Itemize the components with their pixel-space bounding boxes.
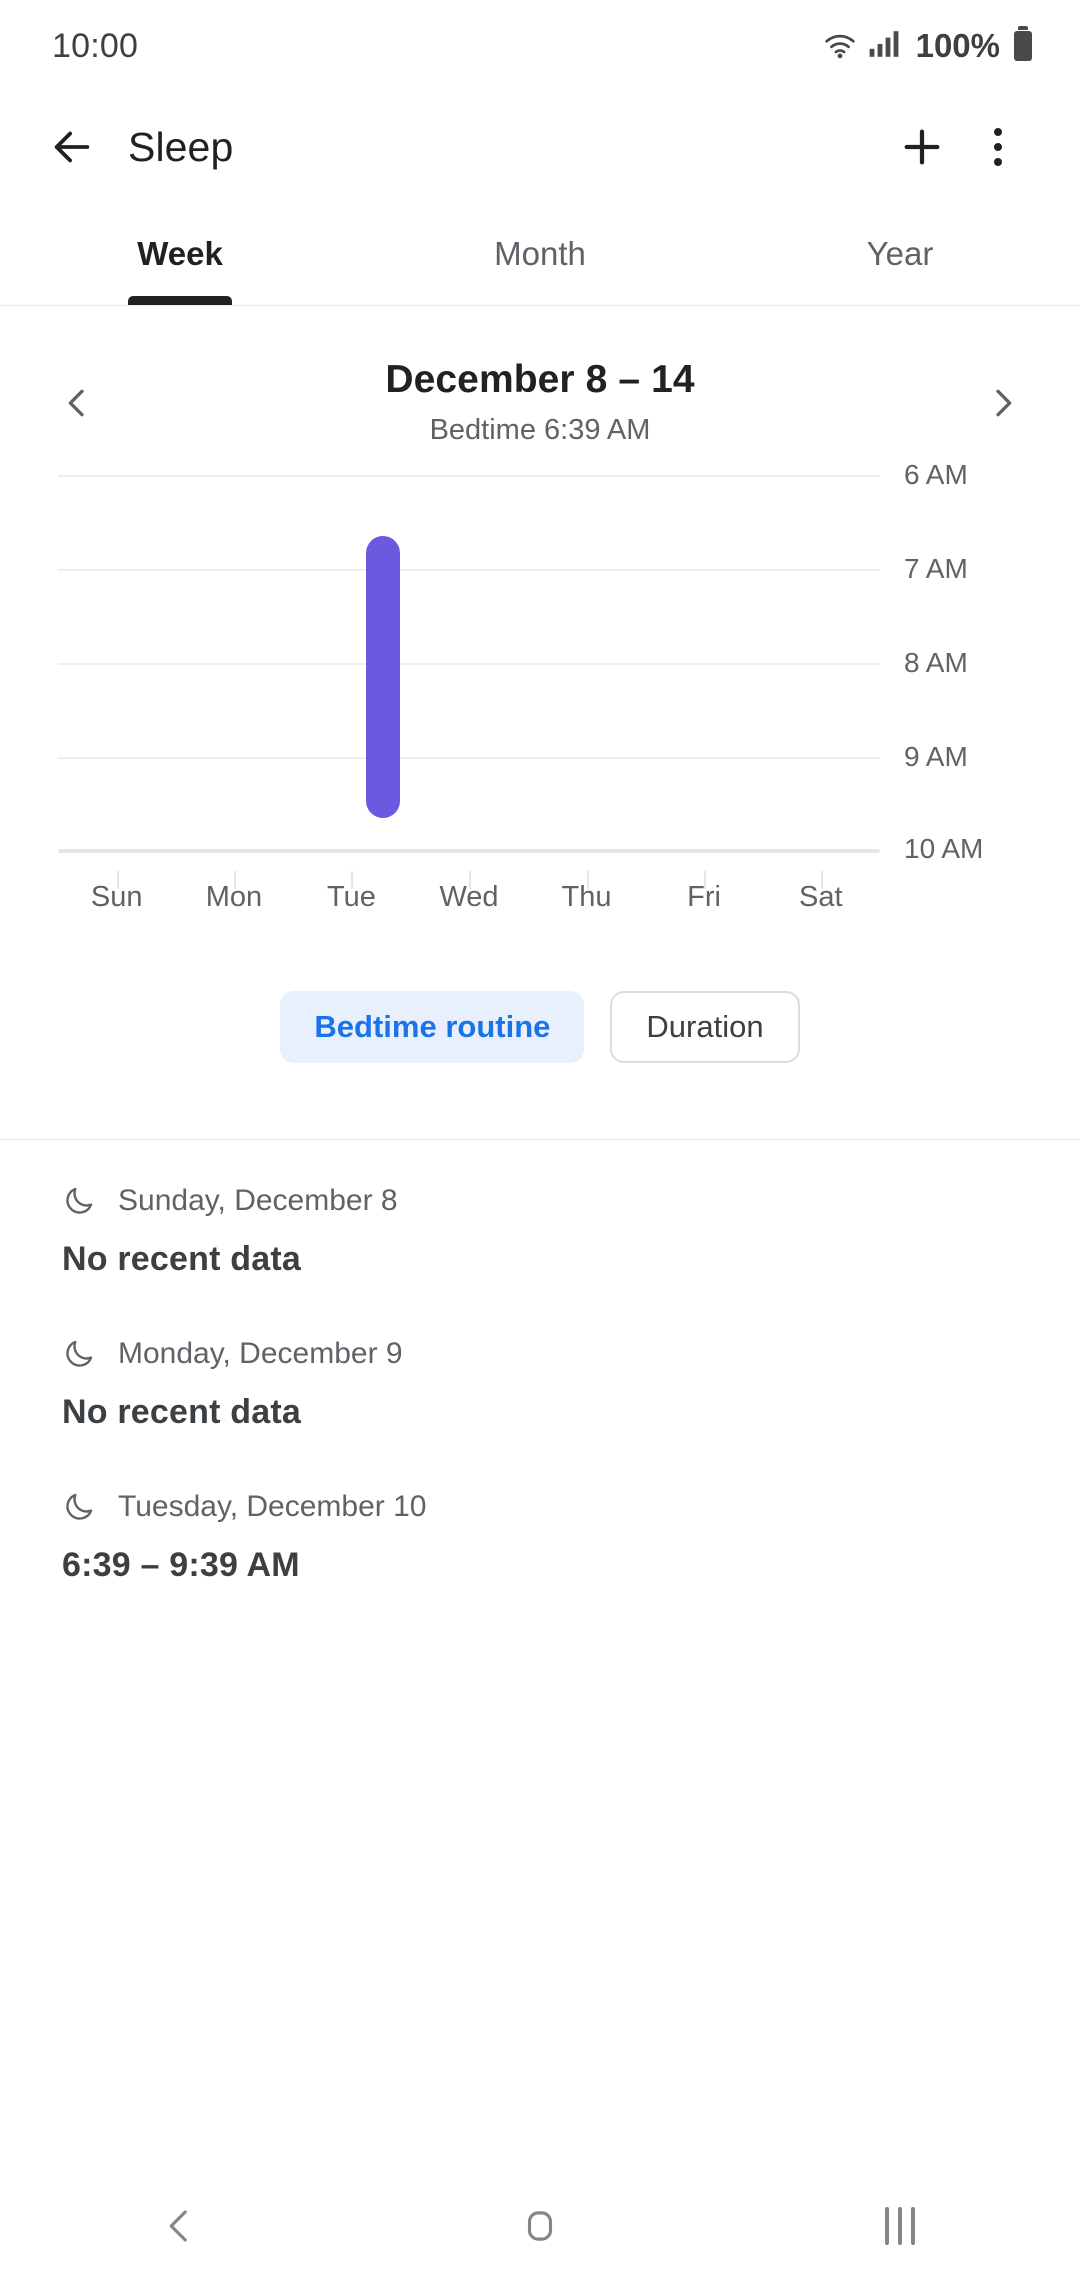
x-label-thu: Thu — [561, 881, 612, 913]
period-tabs: Week Month Year — [0, 202, 1080, 306]
entry-value: No recent data — [62, 1393, 301, 1431]
entry-date: Monday, December 9 — [118, 1337, 403, 1370]
bar-tue-bedtime[interactable] — [366, 536, 400, 818]
nav-home-icon[interactable] — [360, 2205, 720, 2247]
page-title: Sleep — [128, 123, 234, 170]
metric-toggle-group: Bedtime routine Duration — [0, 933, 1080, 1129]
list-item[interactable]: Tuesday, December 10 6:39 – 9:39 AM — [0, 1490, 1080, 1585]
gridline-10am — [58, 849, 880, 853]
list-item[interactable]: Monday, December 9 No recent data — [0, 1337, 1080, 1432]
date-range-block: December 8 – 14 Bedtime 6:39 AM — [114, 358, 966, 447]
entry-header: Monday, December 9 — [62, 1337, 1018, 1371]
chevron-left-icon[interactable] — [40, 366, 114, 440]
gridline-6am — [58, 475, 880, 477]
status-bar: 10:00 100% — [0, 0, 1080, 92]
wifi-icon — [822, 29, 858, 64]
cellular-signal-icon — [868, 29, 900, 64]
sleep-chart[interactable]: 6 AM 7 AM 8 AM 9 AM 10 AM — [0, 459, 1080, 889]
x-label-wed: Wed — [439, 881, 499, 913]
date-range-title: December 8 – 14 — [385, 358, 695, 401]
back-arrow-icon[interactable] — [34, 109, 110, 185]
app-bar: Sleep — [0, 92, 1080, 202]
moon-icon — [62, 1184, 96, 1218]
chart-card: December 8 – 14 Bedtime 6:39 AM 6 AM 7 A… — [0, 306, 1080, 1140]
entry-value: 6:39 – 9:39 AM — [62, 1546, 300, 1584]
gridline-8am — [58, 663, 880, 665]
x-label-sun: Sun — [90, 881, 143, 913]
x-axis-labels: Sun Mon Tue Wed Thu Fri Sat — [58, 881, 880, 933]
y-tick-6am: 6 AM — [904, 459, 968, 490]
date-navigator: December 8 – 14 Bedtime 6:39 AM — [0, 306, 1080, 447]
chevron-right-icon[interactable] — [966, 366, 1040, 440]
entry-value: No recent data — [62, 1240, 301, 1278]
nav-recents-icon[interactable] — [720, 2207, 1080, 2245]
bedtime-summary: Bedtime 6:39 AM — [429, 414, 651, 446]
entry-date: Sunday, December 8 — [118, 1184, 398, 1217]
y-tick-10am: 10 AM — [904, 833, 984, 864]
y-tick-9am: 9 AM — [904, 741, 968, 772]
system-navigation-bar — [0, 2172, 1080, 2280]
battery-percent-label: 100% — [915, 27, 1000, 64]
chip-duration[interactable]: Duration — [610, 991, 800, 1063]
entry-header: Tuesday, December 10 — [62, 1490, 1018, 1524]
entry-date: Tuesday, December 10 — [118, 1490, 427, 1523]
y-tick-7am: 7 AM — [904, 553, 968, 584]
plus-icon[interactable] — [884, 109, 960, 185]
more-vertical-icon[interactable] — [960, 109, 1036, 185]
x-label-mon: Mon — [205, 881, 263, 913]
sleep-screen: 10:00 100% Sleep Week Month Year Decembe… — [0, 0, 1080, 2280]
tab-month[interactable]: Month — [360, 202, 720, 305]
x-label-tue: Tue — [327, 881, 376, 913]
gridline-7am — [58, 569, 880, 571]
x-label-sat: Sat — [799, 881, 843, 913]
tab-week[interactable]: Week — [0, 202, 360, 305]
entry-header: Sunday, December 8 — [62, 1184, 1018, 1218]
chip-bedtime-routine[interactable]: Bedtime routine — [280, 991, 585, 1063]
moon-icon — [62, 1490, 96, 1524]
nav-back-icon[interactable] — [0, 2205, 360, 2247]
gridline-9am — [58, 757, 880, 759]
sleep-entry-list: Sunday, December 8 No recent data Monday… — [0, 1140, 1080, 1585]
status-time: 10:00 — [52, 26, 139, 65]
battery-icon — [1014, 26, 1032, 61]
y-tick-8am: 8 AM — [904, 647, 968, 678]
x-label-fri: Fri — [687, 881, 721, 913]
plot-area — [58, 475, 880, 871]
list-item[interactable]: Sunday, December 8 No recent data — [0, 1184, 1080, 1279]
status-icons: 100% — [822, 26, 1032, 65]
moon-icon — [62, 1337, 96, 1371]
tab-year[interactable]: Year — [720, 202, 1080, 305]
